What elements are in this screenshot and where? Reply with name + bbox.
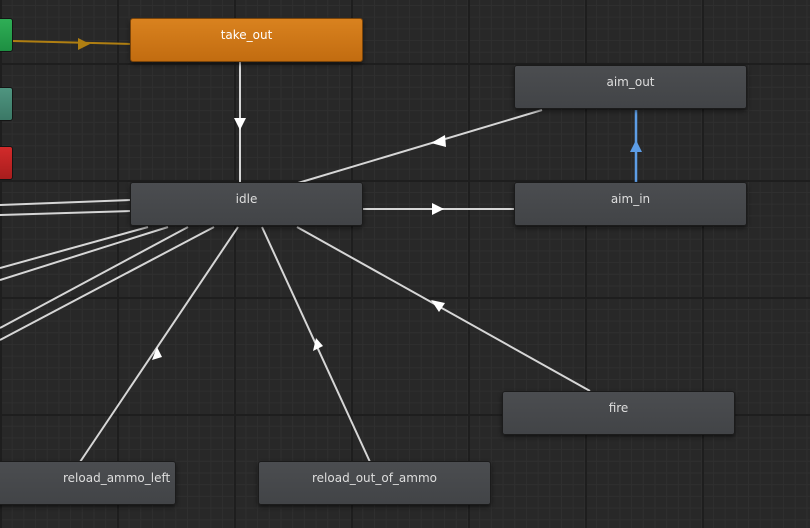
- state-take-out[interactable]: take_out: [130, 18, 363, 62]
- transition-idle-offscreen-b[interactable]: [0, 226, 169, 281]
- state-label: fire: [608, 401, 629, 415]
- state-label: reload_ammo_left: [63, 471, 171, 485]
- transition-aim-out-to-idle[interactable]: [297, 109, 543, 184]
- transition-idle-to-offscreen[interactable]: [0, 210, 132, 216]
- state-label: take_out: [220, 28, 273, 42]
- triangle-arrow-icon: [431, 135, 446, 147]
- any-state-node[interactable]: [0, 87, 13, 121]
- state-reload-out-of-ammo[interactable]: reload_out_of_ammo: [258, 461, 491, 505]
- state-idle[interactable]: idle: [130, 182, 363, 226]
- animator-graph-canvas[interactable]: take_out aim_out idle aim_in fire reload…: [0, 0, 810, 528]
- triangle-arrow-icon: [431, 300, 445, 312]
- transition-idle-offscreen-d[interactable]: [0, 226, 215, 341]
- transition-reload-ammo-left-to-idle[interactable]: [79, 226, 239, 463]
- transition-idle-offscreen-a[interactable]: [0, 226, 149, 269]
- state-label: aim_out: [606, 75, 655, 89]
- state-label: idle: [235, 192, 258, 206]
- state-label: reload_out_of_ammo: [312, 471, 437, 485]
- transition-entry-to-take-out[interactable]: [12, 40, 132, 45]
- state-aim-in[interactable]: aim_in: [514, 182, 747, 226]
- entry-node[interactable]: [0, 18, 13, 52]
- state-fire[interactable]: fire: [502, 391, 735, 435]
- transition-offscreen-to-idle[interactable]: [0, 199, 132, 206]
- triangle-arrow-icon: [432, 203, 444, 215]
- exit-node[interactable]: [0, 146, 13, 180]
- transition-fire-to-idle[interactable]: [296, 226, 591, 392]
- state-label: aim_in: [610, 192, 651, 206]
- state-aim-out[interactable]: aim_out: [514, 65, 747, 109]
- triangle-arrow-icon: [78, 38, 90, 50]
- triangle-arrow-icon: [630, 140, 642, 152]
- state-reload-ammo-left[interactable]: reload_ammo_left: [0, 461, 176, 505]
- triangle-arrow-icon: [234, 118, 246, 130]
